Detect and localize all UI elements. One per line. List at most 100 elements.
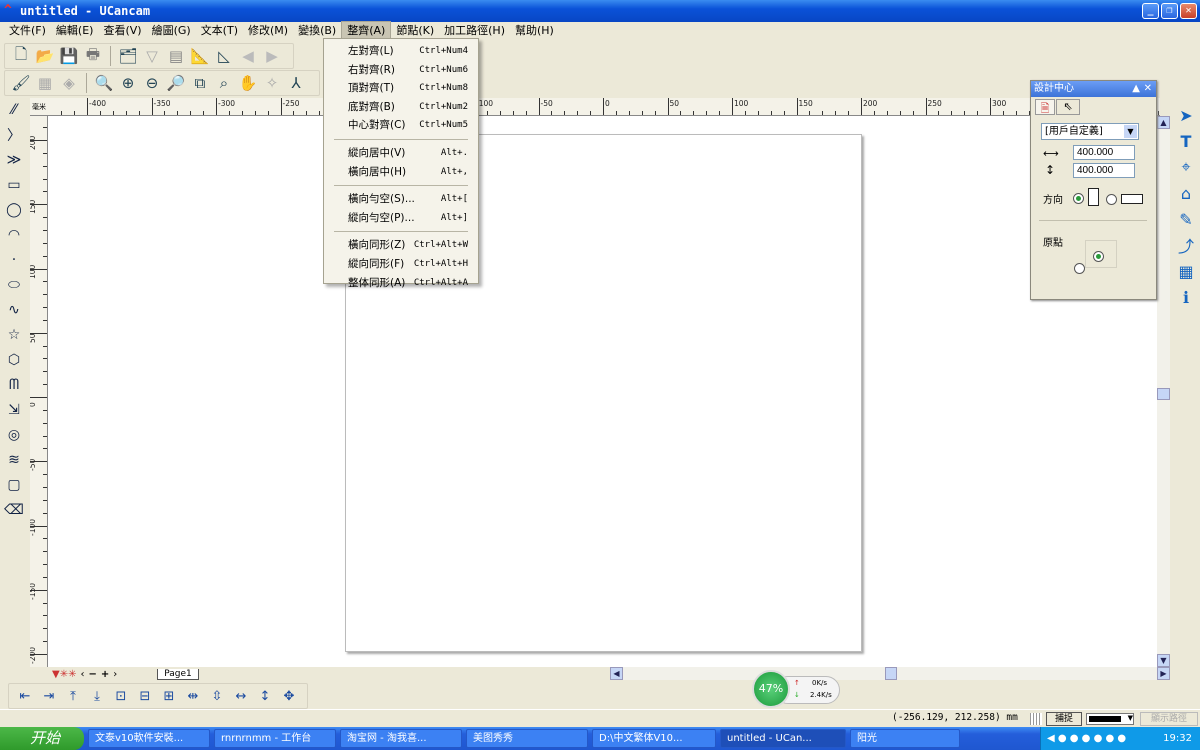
text-tool-icon[interactable]: T — [1175, 130, 1197, 152]
vectorize-icon[interactable]: ▽ — [142, 46, 162, 66]
arc-tool-icon[interactable]: ◠ — [4, 225, 24, 245]
pan-hand-icon[interactable]: ✋ — [238, 73, 258, 93]
spiral-tool-icon[interactable]: ◎ — [4, 425, 24, 445]
new-file-icon[interactable]: 🗋 — [11, 45, 31, 66]
color-select[interactable]: ▼ — [1086, 713, 1134, 725]
protractor-icon[interactable]: ◺ — [214, 46, 234, 66]
save-icon[interactable]: 💾 — [59, 46, 79, 66]
same-width-icon[interactable]: ↔ — [231, 686, 251, 706]
zoom-all-icon[interactable]: ⌕ — [214, 73, 234, 93]
rectangle-tool-icon[interactable]: ▭ — [4, 175, 24, 195]
frame-tool-icon[interactable]: ▢ — [4, 475, 24, 495]
portrait-radio[interactable] — [1073, 193, 1084, 204]
oval-tool-icon[interactable]: ⬭ — [4, 275, 24, 295]
taskbar-item[interactable]: 美图秀秀 — [466, 729, 588, 748]
ruler-tool-icon[interactable]: 📐 — [190, 46, 210, 66]
panel-close-icon[interactable]: ✕ — [1144, 81, 1152, 97]
distribute-horizontal-icon[interactable]: ⇹ — [183, 686, 203, 706]
knife-icon[interactable]: ✎ — [1175, 208, 1197, 230]
maximize-button[interactable]: ❐ — [1161, 3, 1178, 19]
print-icon[interactable]: 🖶 — [83, 45, 103, 66]
same-height-icon[interactable]: ↕ — [255, 686, 275, 706]
info-icon[interactable]: ℹ — [1175, 286, 1197, 308]
menu-item[interactable]: 橫向居中(H) Alt+, — [324, 163, 478, 182]
menu-item[interactable]: 橫向勻空(S)... Alt+[ — [324, 190, 478, 209]
eraser-tool-icon[interactable]: ⌫ — [4, 500, 24, 520]
weld-icon[interactable]: ⌂ — [1175, 182, 1197, 204]
line-tool-icon[interactable]: ⁄⁄ — [4, 100, 24, 120]
center-vertical-icon[interactable]: ⊟ — [135, 686, 155, 706]
tab-page-settings[interactable]: 🗎 — [1035, 99, 1055, 115]
align-top-icon[interactable]: ⤒ — [63, 686, 83, 706]
snap-button[interactable]: 捕捉 — [1046, 712, 1082, 726]
node-edit-icon[interactable]: ⌖ — [1175, 156, 1197, 178]
brush-icon[interactable]: 🖌 — [11, 73, 31, 93]
prev-page-icon[interactable]: ‹ — [80, 669, 84, 680]
taskbar-item[interactable]: rnrnrnmm - 工作台 — [214, 729, 336, 748]
collapse-icon[interactable]: ▲ — [1132, 81, 1140, 97]
zoom-page-icon[interactable]: ⧉ — [190, 73, 210, 93]
chevron-down-icon[interactable]: ▼ — [1124, 125, 1137, 138]
distribute-vertical-icon[interactable]: ⇳ — [207, 686, 227, 706]
origin-bottom-left-radio[interactable] — [1074, 263, 1085, 274]
close-button[interactable]: ✕ — [1180, 3, 1197, 19]
menu-item[interactable]: 頂對齊(T) Ctrl+Num8 — [324, 79, 478, 98]
grid-toggle-icon[interactable] — [1030, 713, 1042, 725]
taskbar-item[interactable]: 阳光 — [850, 729, 960, 748]
layout-grid-icon[interactable]: ▦ — [1175, 260, 1197, 282]
menu-item[interactable]: 整体同形(A) Ctrl+Alt+A — [324, 274, 478, 293]
add-page-icon[interactable]: + — [101, 669, 109, 680]
polyline-tool-icon[interactable]: 〉 — [4, 125, 24, 145]
taskbar-item[interactable]: 文泰v10軟件安裝... — [88, 729, 210, 748]
select-arrow-icon[interactable]: ➤ — [1175, 104, 1197, 126]
show-path-button[interactable]: 顯示路徑 — [1140, 712, 1198, 726]
menu-item[interactable]: 底對齊(B) Ctrl+Num2 — [324, 98, 478, 117]
tab-selection[interactable]: ⇖ — [1056, 99, 1080, 115]
horizontal-scrollbar[interactable]: ◀ ▶ — [610, 667, 1170, 680]
menu-2[interactable]: 查看(V) — [98, 22, 146, 40]
remove-page-icon[interactable]: − — [88, 669, 96, 680]
page-size-select[interactable]: [用戶自定義] ▼ — [1041, 123, 1139, 140]
menu-4[interactable]: 文本(T) — [196, 22, 243, 40]
polygon-tool-icon[interactable]: ⬡ — [4, 350, 24, 370]
menu-item[interactable]: 縱向勻空(P)... Alt+] — [324, 209, 478, 228]
ellipse-tool-icon[interactable]: ◯ — [4, 200, 24, 220]
point-tool-icon[interactable]: · — [4, 250, 24, 270]
scroll-right-button[interactable]: ▶ — [1157, 667, 1170, 680]
scroll-down-button[interactable]: ▼ — [1157, 654, 1170, 667]
page-width-input[interactable] — [1073, 145, 1135, 160]
menu-10[interactable]: 幫助(H) — [510, 22, 559, 40]
taskbar-item[interactable]: D:\中文繁体V10... — [592, 729, 716, 748]
cut-output-icon[interactable]: ▤ — [166, 46, 186, 66]
page-height-input[interactable] — [1073, 163, 1135, 178]
taskbar-item[interactable]: 淘宝网 - 淘我喜... — [340, 729, 462, 748]
import-icon[interactable]: 🗂 — [118, 46, 138, 66]
minimize-button[interactable]: _ — [1142, 3, 1159, 19]
align-right-icon[interactable]: ⇥ — [39, 686, 59, 706]
center-horizontal-icon[interactable]: ⊞ — [159, 686, 179, 706]
zoom-in-icon[interactable]: ⊕ — [118, 73, 138, 93]
origin-center-radio[interactable] — [1093, 251, 1104, 262]
rotate-view-icon[interactable]: ✧ — [262, 73, 282, 93]
spline-tool-icon[interactable]: ∿ — [4, 300, 24, 320]
menu-item[interactable]: 右對齊(R) Ctrl+Num6 — [324, 61, 478, 80]
arrow-tool-icon[interactable]: ⇲ — [4, 400, 24, 420]
menu-5[interactable]: 修改(M) — [243, 22, 293, 40]
menu-3[interactable]: 繪圖(G) — [147, 22, 196, 40]
start-button[interactable]: 开始 — [0, 727, 84, 750]
open-folder-icon[interactable]: 📂 — [35, 46, 55, 66]
menu-item[interactable]: 縱向同形(F) Ctrl+Alt+H — [324, 255, 478, 274]
align-center-icon[interactable]: ⊡ — [111, 686, 131, 706]
menu-item[interactable]: 左對齊(L) Ctrl+Num4 — [324, 42, 478, 61]
scroll-thumb[interactable] — [1157, 388, 1170, 400]
menu-item[interactable]: 縱向居中(V) Alt+. — [324, 144, 478, 163]
transform-icon[interactable]: ⤴ — [1175, 234, 1197, 256]
scroll-up-button[interactable]: ▲ — [1157, 116, 1170, 129]
star-tool-icon[interactable]: ☆ — [4, 325, 24, 345]
next-page-icon[interactable]: › — [113, 669, 117, 680]
zoom-out-icon[interactable]: ⊖ — [142, 73, 162, 93]
align-bottom-icon[interactable]: ⤓ — [87, 686, 107, 706]
menu-0[interactable]: 文件(F) — [4, 22, 51, 40]
menu-item[interactable]: 橫向同形(Z) Ctrl+Alt+W — [324, 236, 478, 255]
scroll-left-button[interactable]: ◀ — [610, 667, 623, 680]
